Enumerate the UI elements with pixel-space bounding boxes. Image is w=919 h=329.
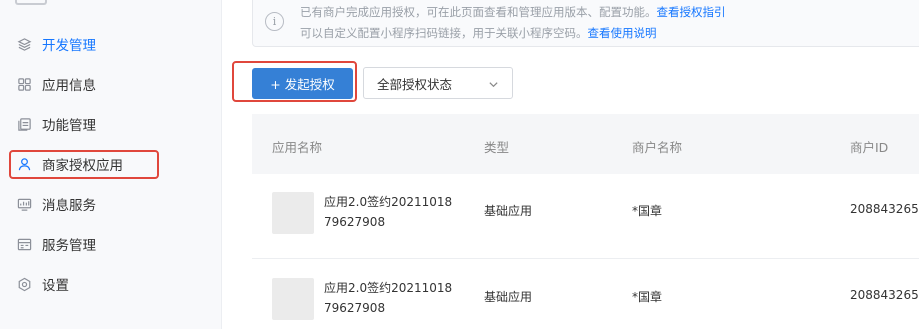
sidebar-item-service-management[interactable]: 服务管理 xyxy=(16,232,96,256)
initiate-authorization-button[interactable]: + 发起授权 xyxy=(252,68,353,99)
notice-line-2: 可以自定义配置小程序扫码链接，用于关联小程序空码。查看使用说明 xyxy=(300,26,657,40)
auth-status-select[interactable]: 全部授权状态 xyxy=(363,67,513,99)
sidebar-item-label: 开发管理 xyxy=(42,38,96,54)
column-header-app-name: 应用名称 xyxy=(272,140,323,155)
sidebar-item-label: 功能管理 xyxy=(42,118,96,134)
column-header-merchant-name: 商户名称 xyxy=(632,140,683,155)
document-stack-icon xyxy=(16,116,32,132)
app-thumbnail xyxy=(272,192,314,234)
button-label: + 发起授权 xyxy=(270,77,335,92)
sidebar-item-label: 设置 xyxy=(42,278,69,294)
sidebar-top-edge xyxy=(15,0,47,5)
monitor-chart-icon xyxy=(16,196,32,212)
app-name: 应用2.0签约20211018 79627908 xyxy=(324,281,453,315)
app-name: 应用2.0签约20211018 79627908 xyxy=(324,195,453,229)
merchant-id: 20884326581 xyxy=(850,202,919,216)
sidebar: 开发管理 应用信息 功能管理 商家授权应用 消息服务 服务管理 设置 xyxy=(0,0,222,329)
view-auth-guide-link[interactable]: 查看授权指引 xyxy=(657,5,726,19)
sidebar-item-message-service[interactable]: 消息服务 xyxy=(16,192,96,216)
table-row[interactable]: 应用2.0签约20211018 79627908 基础应用 *国章 208843… xyxy=(252,174,919,249)
merchant-name: *国章 xyxy=(632,204,663,218)
row-divider xyxy=(252,258,919,259)
sidebar-item-merchant-auth-apps[interactable]: 商家授权应用 xyxy=(16,152,123,176)
app-type: 基础应用 xyxy=(484,290,533,304)
column-header-merchant-id: 商户ID xyxy=(850,140,889,155)
sidebar-item-label: 服务管理 xyxy=(42,238,96,254)
user-icon xyxy=(16,156,32,172)
column-header-type: 类型 xyxy=(484,140,510,155)
app-thumbnail xyxy=(272,278,314,320)
sidebar-item-feature-management[interactable]: 功能管理 xyxy=(16,112,96,136)
service-list-icon xyxy=(16,236,32,252)
merchant-id: 20884326581 xyxy=(850,288,919,302)
layers-icon xyxy=(16,36,32,52)
select-value: 全部授权状态 xyxy=(377,76,453,92)
grid-icon xyxy=(16,76,32,92)
sidebar-item-label: 消息服务 xyxy=(42,198,96,214)
view-usage-doc-link[interactable]: 查看使用说明 xyxy=(588,26,657,40)
sidebar-item-label: 商家授权应用 xyxy=(42,158,123,174)
merchant-name: *国章 xyxy=(632,290,663,304)
chevron-down-icon xyxy=(488,78,499,93)
notice-line-1: 已有商户完成应用授权，可在此页面查看和管理应用版本、配置功能。查看授权指引 xyxy=(300,5,726,19)
info-notice: i 已有商户完成应用授权，可在此页面查看和管理应用版本、配置功能。查看授权指引 … xyxy=(252,0,919,47)
table-header: 应用名称 类型 商户名称 商户ID xyxy=(252,114,919,174)
table-row[interactable]: 应用2.0签约20211018 79627908 基础应用 *国章 208843… xyxy=(252,260,919,329)
info-icon: i xyxy=(265,12,284,31)
sidebar-item-settings[interactable]: 设置 xyxy=(16,272,69,296)
sidebar-item-dev-management[interactable]: 开发管理 xyxy=(16,32,96,56)
gear-icon xyxy=(16,276,32,292)
sidebar-item-label: 应用信息 xyxy=(42,78,96,94)
sidebar-item-app-info[interactable]: 应用信息 xyxy=(16,72,96,96)
app-type: 基础应用 xyxy=(484,204,533,218)
